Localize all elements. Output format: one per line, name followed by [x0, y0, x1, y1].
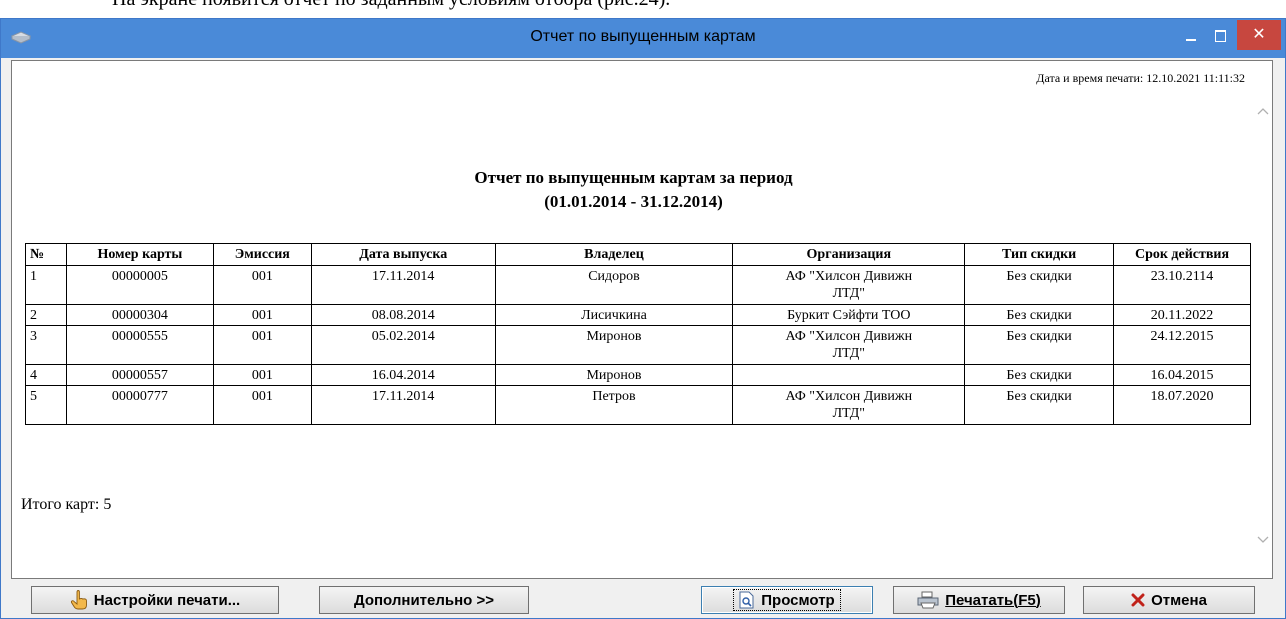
table-cell — [732, 364, 966, 386]
column-header: № — [25, 243, 67, 266]
table-cell: 2 — [25, 304, 67, 326]
title-bar[interactable]: Отчет по выпущенным картам ✕ — [1, 19, 1285, 58]
report-preview: Дата и время печати: 12.10.2021 11:11:32… — [11, 60, 1273, 579]
more-options-label: Дополнительно >> — [353, 591, 495, 609]
print-datetime: Дата и время печати: 12.10.2021 11:11:32 — [1036, 71, 1245, 85]
table-cell: Миронов — [494, 325, 734, 365]
preview-focus: Просмотр — [733, 589, 841, 611]
scroll-down-icon[interactable] — [1257, 536, 1269, 544]
table-cell: 4 — [25, 364, 67, 386]
table-cell: 00000304 — [65, 304, 214, 326]
table-cell: АФ "Хилсон Дивижн ЛТД" — [732, 265, 966, 305]
print-button[interactable]: Печатать(F5) — [893, 586, 1065, 614]
table-cell: Без скидки — [964, 385, 1115, 425]
table-row: 3 00000555 001 05.02.2014 Миронов АФ "Хи… — [25, 325, 1251, 365]
close-button[interactable]: ✕ — [1237, 20, 1281, 50]
document-text: На экране появится отчет по заданным усл… — [112, 0, 670, 11]
table-cell: Буркит Сэйфти ТОО — [732, 304, 966, 326]
minimize-button[interactable] — [1177, 25, 1205, 49]
table-cell: 001 — [212, 325, 312, 365]
table-cell: 001 — [212, 304, 312, 326]
column-header: Владелец — [494, 243, 734, 266]
table-cell: 001 — [212, 385, 312, 425]
table-cell: Без скидки — [964, 304, 1115, 326]
table-row: 5 00000777 001 17.11.2014 Петров АФ "Хил… — [25, 385, 1251, 425]
scroll-up-icon[interactable] — [1257, 107, 1269, 115]
cancel-x-icon — [1131, 593, 1145, 607]
table-cell: 24.12.2015 — [1113, 325, 1251, 365]
report-title: Отчет по выпущенным картам за период — [474, 168, 793, 187]
table-cell: 20.11.2022 — [1113, 304, 1251, 326]
more-options-button[interactable]: Дополнительно >> — [319, 586, 529, 614]
report-period: (01.01.2014 - 31.12.2014) — [544, 192, 723, 211]
hand-pointer-icon — [70, 590, 87, 610]
table-cell: 00000555 — [65, 325, 214, 365]
column-header: Номер карты — [65, 243, 214, 266]
table-cell: Лисичкина — [494, 304, 734, 326]
report-page: Дата и время печати: 12.10.2021 11:11:32… — [12, 61, 1255, 578]
report-window: Отчет по выпущенным картам ✕ Дата и врем… — [0, 18, 1286, 619]
print-settings-button[interactable]: Настройки печати... — [31, 586, 279, 614]
column-header: Дата выпуска — [310, 243, 496, 266]
close-icon: ✕ — [1252, 24, 1266, 43]
table-cell: 23.10.2114 — [1113, 265, 1251, 305]
table-cell: Сидоров — [494, 265, 734, 305]
table-row: 1 00000005 001 17.11.2014 Сидоров АФ "Хи… — [25, 265, 1251, 305]
table-cell: Без скидки — [964, 265, 1115, 305]
table-cell: 16.04.2014 — [310, 364, 496, 386]
column-header: Эмиссия — [212, 243, 312, 266]
table-cell: 16.04.2015 — [1113, 364, 1251, 386]
column-header: Организация — [732, 243, 966, 266]
table-cell: 05.02.2014 — [310, 325, 496, 365]
column-header: Срок действия — [1113, 243, 1251, 266]
table-cell: Без скидки — [964, 364, 1115, 386]
table-cell: 00000005 — [65, 265, 214, 305]
window-title: Отчет по выпущенным картам — [530, 28, 756, 45]
table-cell: 17.11.2014 — [310, 265, 496, 305]
report-total: Итого карт: 5 — [21, 496, 112, 513]
preview-label: Просмотр — [761, 591, 835, 609]
table-cell: Миронов — [494, 364, 734, 386]
button-bar: Настройки печати... Дополнительно >> Про… — [1, 582, 1285, 618]
printer-icon — [917, 591, 939, 609]
print-settings-label: Настройки печати... — [93, 591, 241, 609]
table-cell: 00000557 — [65, 364, 214, 386]
table-cell: 17.11.2014 — [310, 385, 496, 425]
table-cell: 1 — [25, 265, 67, 305]
vertical-scrollbar[interactable] — [1254, 61, 1272, 578]
table-cell: АФ "Хилсон Дивижн ЛТД" — [732, 325, 966, 365]
table-cell: 08.08.2014 — [310, 304, 496, 326]
cancel-button[interactable]: Отмена — [1083, 586, 1255, 614]
table-cell: 5 — [25, 385, 67, 425]
table-row: 2 00000304 001 08.08.2014 Лисичкина Бурк… — [25, 304, 1251, 326]
column-header: Тип скидки — [964, 243, 1115, 266]
cards-table: № Номер карты Эмиссия Дата выпуска Владе… — [25, 243, 1251, 425]
table-cell: АФ "Хилсон Дивижн ЛТД" — [732, 385, 966, 425]
table-cell: 001 — [212, 364, 312, 386]
table-cell: 00000777 — [65, 385, 214, 425]
preview-button[interactable]: Просмотр — [701, 586, 873, 614]
table-cell: Петров — [494, 385, 734, 425]
table-cell: 18.07.2020 — [1113, 385, 1251, 425]
table-row: 4 00000557 001 16.04.2014 Миронов Без ск… — [25, 364, 1251, 386]
table-cell: 3 — [25, 325, 67, 365]
cancel-label: Отмена — [1151, 591, 1207, 609]
table-header-row: № Номер карты Эмиссия Дата выпуска Владе… — [25, 243, 1251, 266]
maximize-button[interactable] — [1207, 25, 1235, 49]
table-cell: 001 — [212, 265, 312, 305]
preview-icon — [739, 591, 754, 609]
print-label: Печатать(F5) — [945, 591, 1041, 609]
table-cell: Без скидки — [964, 325, 1115, 365]
